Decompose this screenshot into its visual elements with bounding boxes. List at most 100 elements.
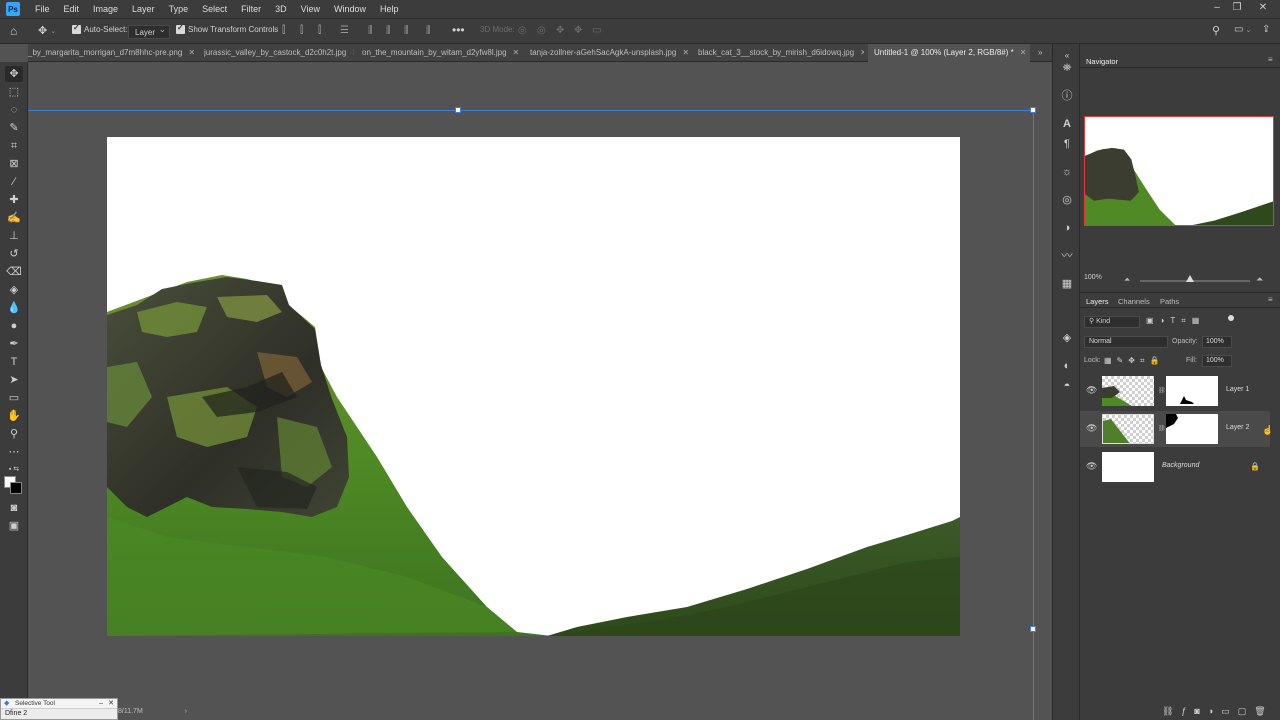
fill-field[interactable]: 100% <box>1202 355 1232 367</box>
menu-layer[interactable]: Layer <box>125 4 162 14</box>
blur-tool-icon[interactable]: 💧 <box>5 300 23 316</box>
history-brush-tool-icon[interactable]: ↺ <box>5 246 23 262</box>
quick-selection-tool-icon[interactable]: ✎ <box>5 120 23 136</box>
eyedropper-tool-icon[interactable]: ⁄ <box>5 174 23 190</box>
info-icon[interactable]: ⓘ <box>1059 88 1075 104</box>
close-tab-icon[interactable]: ✕ <box>860 48 864 57</box>
align-top-icon[interactable]: ⫼ <box>368 25 373 36</box>
hand-tool-icon[interactable]: ✋ <box>5 408 23 424</box>
navigator-zoom-value[interactable]: 100% <box>1084 274 1102 281</box>
move-tool-preset-icon[interactable]: ✥ ⌄ <box>38 24 56 37</box>
menu-file[interactable]: File <box>28 4 57 14</box>
tabs-overflow-icon[interactable]: » <box>1038 44 1042 62</box>
3d-scale-icon[interactable]: ▭ <box>592 25 601 36</box>
selective-tool-panel[interactable]: ◆ Selective Tool – ✕ Dfine 2 <box>0 698 118 720</box>
transform-handle-top[interactable] <box>455 107 461 113</box>
panel-menu-icon[interactable]: ≡ <box>1268 295 1273 304</box>
tab-document-active[interactable]: Untitled-1 @ 100% (Layer 2, RGB/8#) * ✕ <box>868 44 1030 62</box>
tab-paths[interactable]: Paths <box>1160 297 1179 306</box>
close-tab-icon[interactable]: ✕ <box>513 48 520 57</box>
layer-name[interactable]: Background <box>1162 462 1199 469</box>
restore-icon[interactable]: ❐ <box>1228 2 1246 13</box>
paint-bucket-tool-icon[interactable]: ◈ <box>5 282 23 298</box>
adjustments-icon[interactable]: ◑ <box>1059 220 1075 236</box>
transform-handle-right[interactable] <box>1030 626 1036 632</box>
tab-document-4[interactable]: tanja-zollner-aGehSacAgkA-unsplash.jpg ✕ <box>530 44 690 62</box>
libraries-icon[interactable]: ◎ <box>1059 192 1075 208</box>
close-tab-icon[interactable]: ✕ <box>352 48 354 57</box>
zoom-out-icon[interactable]: ⏶ <box>1124 275 1130 285</box>
swatches-icon[interactable]: ▦ <box>1059 276 1075 292</box>
minimize-icon[interactable]: – <box>99 699 103 709</box>
layer-name[interactable]: Layer 2 <box>1226 424 1249 431</box>
navigator-preview[interactable] <box>1084 116 1274 226</box>
share-icon[interactable]: ⇪ <box>1262 24 1270 35</box>
menu-view[interactable]: View <box>294 4 327 14</box>
brush-tool-icon[interactable]: ✍ <box>5 210 23 226</box>
menu-edit[interactable]: Edit <box>57 4 87 14</box>
layers-panel-icon[interactable]: ◈ <box>1059 330 1075 346</box>
lasso-tool-icon[interactable]: ◌ <box>5 102 23 118</box>
3d-pan-icon[interactable]: ✥ <box>556 25 564 36</box>
align-left-icon[interactable]: ⫿ <box>282 25 285 36</box>
canvas-area[interactable] <box>28 62 1052 720</box>
layer-row-layer-1[interactable]: 👁 ⛓ Layer 1 <box>1080 373 1270 409</box>
transform-handle-top-right[interactable] <box>1030 107 1036 113</box>
channels-icon[interactable]: ◐ <box>1059 358 1075 374</box>
clone-stamp-tool-icon[interactable]: ⊥ <box>5 228 23 244</box>
tab-channels[interactable]: Channels <box>1118 297 1150 306</box>
link-icon[interactable]: ⛓ <box>1158 425 1166 432</box>
show-transform-checkbox[interactable]: Show Transform Controls <box>176 23 278 34</box>
tab-document-1[interactable]: _by_margarita_morrigan_d7m8hhc-pre.png ✕ <box>28 44 198 62</box>
minimize-icon[interactable]: – <box>1208 2 1226 13</box>
workspace-icon[interactable]: ▭ ⌄ <box>1234 24 1251 35</box>
marquee-tool-icon[interactable]: ⬚ <box>5 84 23 100</box>
auto-select-dropdown[interactable]: Layer <box>128 24 171 39</box>
close-tab-icon[interactable]: ✕ <box>188 48 195 57</box>
history-icon[interactable]: ⛯ <box>1059 60 1075 76</box>
close-icon[interactable]: ✕ <box>108 699 114 709</box>
tab-document-2[interactable]: jurassic_valley_by_castock_d2c0h2t.jpg✕ <box>204 44 354 62</box>
3d-slide-icon[interactable]: ✥ <box>574 25 582 36</box>
layer-mask-thumbnail[interactable] <box>1166 376 1218 406</box>
layer-name[interactable]: Layer 1 <box>1226 386 1249 393</box>
align-bottom-icon[interactable]: ⫼ <box>404 25 409 36</box>
screen-mode-icon[interactable]: ▣ <box>5 518 23 534</box>
document-canvas[interactable] <box>107 137 960 636</box>
close-icon[interactable]: ✕ <box>1254 2 1272 13</box>
distribute-icon[interactable]: ☰ <box>340 25 349 36</box>
frame-tool-icon[interactable]: ⊠ <box>5 156 23 172</box>
tab-layers[interactable]: Layers <box>1086 297 1109 306</box>
quick-mask-icon[interactable]: ◙ <box>5 500 23 516</box>
path-selection-tool-icon[interactable]: ➤ <box>5 372 23 388</box>
menu-3d[interactable]: 3D <box>268 4 294 14</box>
crop-tool-icon[interactable]: ⌗ <box>5 138 23 154</box>
menu-image[interactable]: Image <box>86 4 125 14</box>
healing-brush-tool-icon[interactable]: ✚ <box>5 192 23 208</box>
lock-icon[interactable]: 🔒 <box>1250 462 1260 471</box>
move-tool-icon[interactable]: ✥ <box>5 66 23 82</box>
distribute-vertical-icon[interactable]: ⫼ <box>426 25 431 36</box>
menu-window[interactable]: Window <box>327 4 373 14</box>
3d-orbit-icon[interactable]: ◎ <box>518 25 527 36</box>
type-tool-icon[interactable]: T <box>5 354 23 370</box>
blend-mode-dropdown[interactable]: Normal <box>1084 336 1168 348</box>
character-icon[interactable]: A <box>1059 116 1075 132</box>
link-icon[interactable]: ⛓ <box>1158 387 1166 394</box>
home-icon[interactable]: ⌂ <box>10 24 17 38</box>
status-menu-icon[interactable]: › <box>185 708 187 715</box>
tab-document-3[interactable]: on_the_mountain_by_witam_d2yfw8l.jpg ✕ <box>362 44 520 62</box>
zoom-slider-track[interactable] <box>1140 280 1250 282</box>
layer-filter-icons[interactable]: ▣◑T⌗▦ <box>1146 316 1205 326</box>
auto-select-checkbox[interactable]: Auto-Select: <box>72 23 128 34</box>
close-tab-icon[interactable]: ✕ <box>1020 48 1027 57</box>
pen-tool-icon[interactable]: ✒ <box>5 336 23 352</box>
opacity-field[interactable]: 100% <box>1202 336 1232 348</box>
brushes-icon[interactable]: 〰 <box>1059 248 1075 264</box>
align-middle-icon[interactable]: ⫼ <box>386 25 391 36</box>
visibility-eye-icon[interactable]: 👁 <box>1086 423 1097 434</box>
more-options-icon[interactable]: ••• <box>452 23 465 37</box>
align-center-icon[interactable]: ⫿ <box>300 25 303 36</box>
align-right-icon[interactable]: ⫿ <box>318 25 321 36</box>
layer-row-background[interactable]: 👁 Background 🔒 <box>1080 449 1270 485</box>
